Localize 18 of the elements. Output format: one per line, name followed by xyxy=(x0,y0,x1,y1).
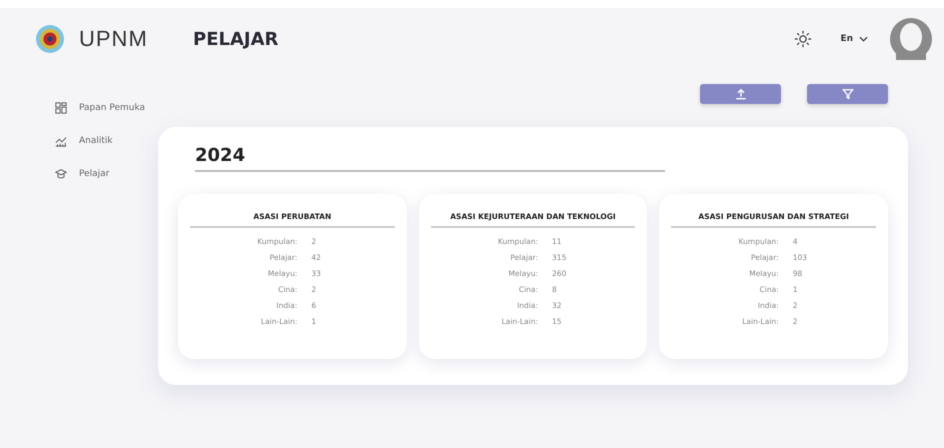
language-select[interactable]: En xyxy=(840,34,868,44)
upload-icon xyxy=(734,88,746,100)
chart-icon xyxy=(55,135,67,147)
page-title: PELAJAR xyxy=(193,28,278,50)
filter-icon xyxy=(842,88,854,100)
upload-button[interactable] xyxy=(700,84,781,104)
year-heading: 2024 xyxy=(195,145,665,172)
brand-name: UPNM xyxy=(79,26,148,52)
filter-button[interactable] xyxy=(807,84,888,104)
sidebar-item[interactable]: Pelajar xyxy=(55,168,158,180)
dashboard-icon xyxy=(55,102,67,114)
chevron-down-icon xyxy=(859,36,868,42)
sidebar-item[interactable]: Analitik xyxy=(55,135,158,147)
graduation-cap-icon xyxy=(55,168,67,180)
sun-icon[interactable] xyxy=(794,30,812,48)
sidebar-item[interactable]: Papan Pemuka xyxy=(55,102,158,114)
avatar-icon[interactable] xyxy=(890,18,932,60)
university-logo xyxy=(35,24,65,54)
